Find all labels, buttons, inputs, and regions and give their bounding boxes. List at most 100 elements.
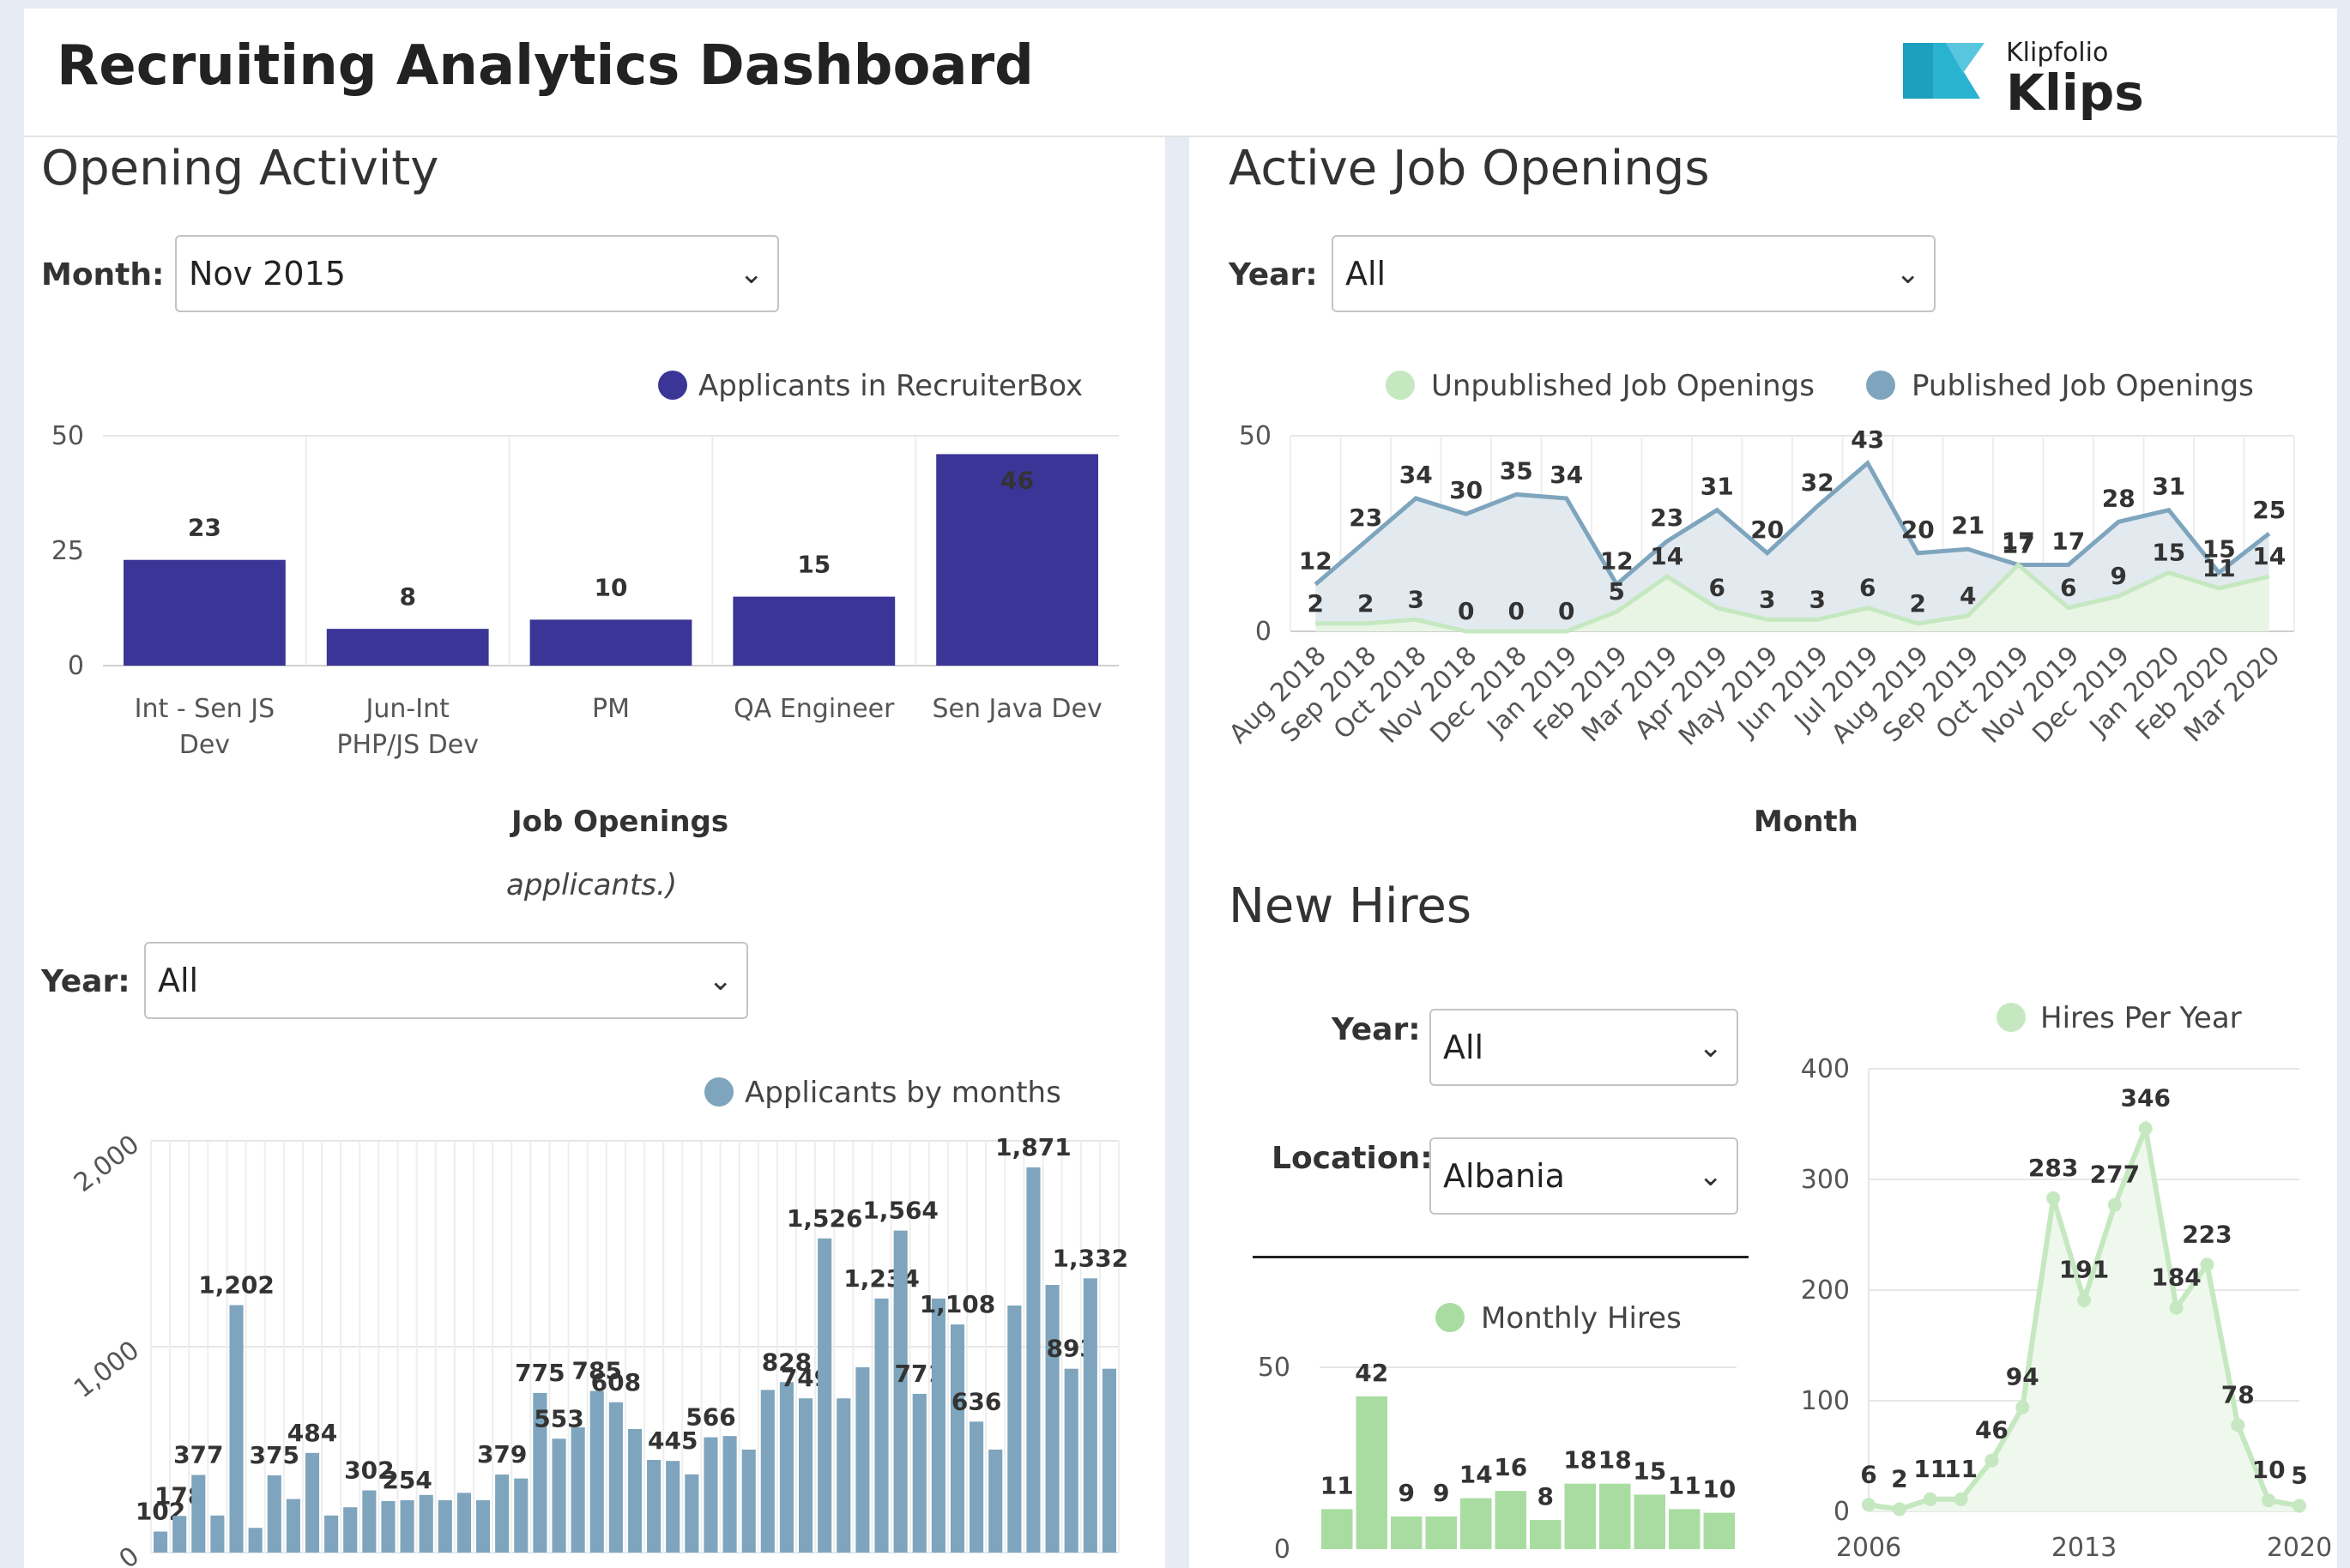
published-value-label: 17 (2051, 527, 2085, 555)
bar-value-label: 775 (515, 1359, 565, 1387)
unpublished-value-label: 3 (1809, 585, 1826, 613)
published-value-label: 34 (1399, 461, 1433, 489)
bar-value-label: 1,234 (843, 1264, 920, 1293)
chevron-down-icon: ⌄ (739, 256, 764, 291)
bar-value-label: 1,332 (1053, 1244, 1129, 1272)
bar-value-label: 254 (382, 1466, 432, 1494)
job-openings-axis-label: Job Openings (511, 805, 729, 839)
legend-label: Published Job Openings (1912, 369, 2254, 403)
chevron-down-icon: ⌄ (1698, 1030, 1724, 1064)
hires-per-year-chart: Hires Per Year01002003004006 2 11114694283… (1801, 1001, 2332, 1563)
y-tick-label: 50 (1258, 1353, 1290, 1383)
bar (1703, 1512, 1735, 1549)
published-value-label: 21 (1951, 511, 1985, 540)
data-point (1862, 1498, 1876, 1512)
bar (931, 1298, 945, 1553)
bar-value-label: 11 (1668, 1471, 1701, 1499)
bar-value-label: 10 (1702, 1475, 1736, 1504)
openings-year-select[interactable]: All ⌄ (1332, 235, 1936, 312)
legend-dot (1435, 1303, 1465, 1332)
bar-value-label: 23 (188, 514, 221, 542)
bar (172, 1516, 187, 1553)
bar (666, 1461, 680, 1553)
point-value-label: 2 (1891, 1464, 1907, 1493)
data-point (2046, 1191, 2061, 1205)
unpublished-value-label: 6 (2060, 574, 2076, 602)
bar (741, 1450, 756, 1553)
published-value-label: 32 (1801, 468, 1834, 497)
bar (1026, 1167, 1041, 1553)
point-value-label: 223 (2182, 1220, 2232, 1248)
bar (647, 1460, 662, 1553)
legend-label: Monthly Hires (1481, 1301, 1682, 1336)
published-value-label: 30 (1449, 476, 1483, 504)
applicants-year-select[interactable]: All ⌄ (144, 942, 748, 1019)
y-tick-label: 0 (1274, 1535, 1290, 1565)
bar-value-label: 16 (1494, 1453, 1527, 1481)
bar (1599, 1483, 1631, 1549)
bar (400, 1500, 414, 1553)
unpublished-value-label: 0 (1508, 597, 1525, 625)
data-point (2262, 1493, 2276, 1508)
x-tick-label: 2013 (2051, 1533, 2117, 1563)
x-tick-label: Sen Java Dev (932, 694, 1102, 724)
location-select-value: Albania (1443, 1157, 1565, 1195)
bar (779, 1382, 794, 1553)
x-tick-label: 2006 (1836, 1533, 1901, 1563)
bar-value-label: 11 (1320, 1471, 1354, 1499)
unpublished-value-label: 17 (2002, 530, 2035, 558)
unpublished-value-label: 6 (1709, 574, 1725, 602)
published-value-label: 31 (1701, 473, 1734, 501)
y-tick-label: 2,000 (69, 1130, 145, 1198)
bar (514, 1478, 529, 1553)
applicants-year-select-value: All (158, 962, 199, 999)
bar-value-label: 377 (173, 1441, 223, 1469)
bar-value-label: 42 (1355, 1359, 1388, 1387)
klipfolio-logo-icon (1903, 43, 1985, 99)
unpublished-value-label: 14 (2252, 542, 2286, 570)
point-value-label: 11 (1913, 1455, 1947, 1483)
bar-value-label: 1,871 (995, 1133, 1072, 1161)
legend-dot (1997, 1003, 2026, 1032)
location-select[interactable]: Albania ⌄ (1429, 1137, 1738, 1215)
chevron-down-icon: ⌄ (708, 963, 734, 998)
published-value-label: 35 (1500, 456, 1533, 485)
bar-value-label: 1,202 (198, 1271, 275, 1300)
hires-year-select[interactable]: All ⌄ (1429, 1009, 1738, 1086)
y-tick-label: 0 (1833, 1497, 1850, 1527)
bar (1045, 1285, 1060, 1553)
point-value-label: 346 (2120, 1084, 2170, 1113)
x-tick-label: PHP/JS Dev (336, 730, 479, 760)
bar (1391, 1516, 1423, 1549)
dashboard-header: Recruiting Analytics Dashboard Klipfolio… (24, 9, 2337, 137)
bar (1460, 1498, 1492, 1549)
month-axis-label: Month (1754, 805, 1858, 839)
bar (476, 1500, 491, 1553)
unpublished-value-label: 11 (2202, 554, 2236, 582)
bar (1102, 1368, 1116, 1553)
unpublished-value-label: 5 (1609, 577, 1625, 606)
y-tick-label: 1,000 (69, 1336, 145, 1404)
legend-label: Hires Per Year (2040, 1001, 2242, 1035)
x-tick-label: 2020 (2267, 1533, 2332, 1563)
published-value-label: 23 (1650, 504, 1683, 532)
dashboard: Recruiting Analytics Dashboard Klipfolio… (0, 0, 2350, 1568)
bar-value-label: 608 (591, 1368, 641, 1396)
bar (456, 1493, 471, 1553)
published-value-label: 12 (1299, 546, 1332, 575)
data-point (2169, 1300, 2184, 1315)
bar-value-label: 8 (1537, 1482, 1554, 1511)
unpublished-value-label: 0 (1558, 597, 1574, 625)
unpublished-value-label: 4 (1960, 582, 1976, 610)
bar-value-label: 9 (1433, 1479, 1449, 1507)
published-value-label: 23 (1349, 504, 1382, 532)
page-title: Recruiting Analytics Dashboard (57, 34, 1034, 98)
bar (1495, 1491, 1526, 1549)
published-value-label: 43 (1851, 425, 1884, 454)
unpublished-value-label: 15 (2152, 539, 2185, 567)
point-value-label: 10 (2252, 1456, 2286, 1484)
data-point (2293, 1499, 2306, 1513)
data-point (2015, 1400, 2030, 1414)
month-select[interactable]: Nov 2015 ⌄ (175, 235, 779, 312)
bar-value-label: 1,108 (920, 1290, 996, 1318)
